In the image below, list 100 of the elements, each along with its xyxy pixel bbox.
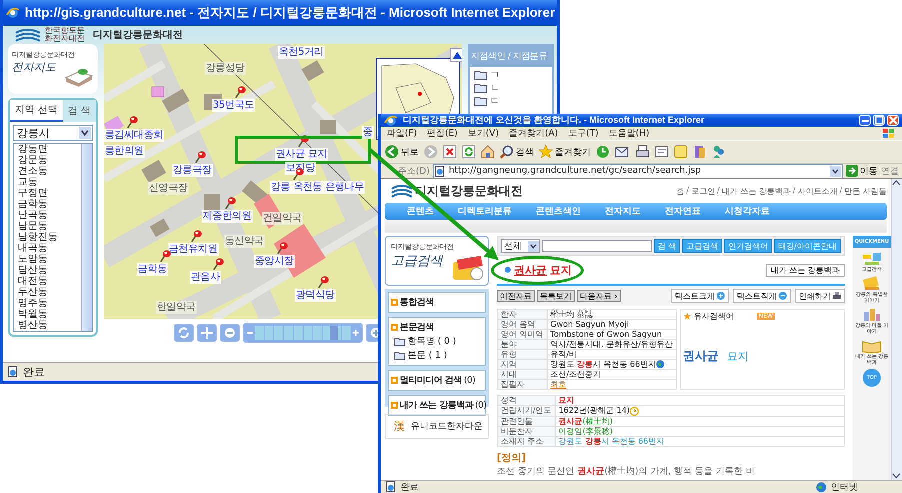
text-button[interactable]: 텍스트작게	[733, 289, 791, 303]
field-label: 영어 의미역	[498, 330, 548, 340]
field-label: 건립시기/연도	[498, 406, 556, 416]
district-item[interactable]: 남문동	[18, 221, 81, 232]
menu-item[interactable]: 도구(T)	[568, 127, 599, 140]
top-link[interactable]: 사이트소개	[798, 186, 838, 196]
folder-item[interactable]: ㄴ	[474, 83, 500, 94]
district-item[interactable]: 구정면	[18, 188, 81, 199]
district-item[interactable]: 명주동	[18, 298, 81, 309]
district-item[interactable]: 두산동	[18, 287, 81, 298]
place-label[interactable]: 강릉 옥천동 은행나무	[270, 181, 366, 194]
scope-select[interactable]: 전체	[501, 239, 540, 253]
zoom-out-button[interactable]	[220, 324, 240, 342]
nav-button[interactable]: 이전자료	[497, 290, 535, 302]
tab[interactable]: 검 색	[63, 100, 96, 122]
search-menu-link[interactable]: 통합검색	[391, 296, 483, 309]
stop-icon[interactable]	[443, 145, 457, 159]
folder-item[interactable]: ㄷ	[474, 96, 500, 107]
top-link[interactable]: 로그인	[691, 186, 716, 196]
place-label[interactable]: 중앙시장	[254, 255, 295, 268]
place-label[interactable]: 권사균 묘지	[275, 148, 328, 161]
place-label[interactable]: 35번국도	[212, 99, 256, 112]
top-link[interactable]: 홈	[676, 186, 685, 196]
district-item[interactable]: 내곡동	[18, 243, 81, 254]
place-label[interactable]: 한일약국	[156, 301, 197, 314]
home-icon[interactable]	[481, 145, 495, 159]
district-item[interactable]: 강동면	[18, 144, 81, 155]
district-item[interactable]: 금학동	[18, 199, 81, 210]
place-label[interactable]: 중	[362, 126, 374, 139]
menu-item[interactable]: 파일(F)	[387, 127, 418, 140]
district-item[interactable]: 교동	[18, 177, 81, 188]
edit-icon[interactable]	[655, 145, 669, 159]
district-item[interactable]: 노암동	[18, 254, 81, 265]
place-label[interactable]: 강릉극장	[172, 164, 213, 177]
menu-item[interactable]: 편집(E)	[427, 127, 458, 140]
hanja-download-link[interactable]: 漢 유니코드한자다운	[385, 414, 489, 439]
scrollbar[interactable]	[891, 179, 902, 480]
nav-button[interactable]: 다음자료 ›	[577, 290, 621, 302]
pan-button[interactable]	[197, 324, 217, 342]
text-button[interactable]: 인쇄하기	[795, 289, 845, 303]
go-button[interactable]: 이동	[846, 164, 878, 178]
district-item[interactable]: 견소동	[18, 166, 81, 177]
close-button[interactable]	[887, 115, 899, 126]
nav-button[interactable]: 목록보기	[537, 290, 575, 302]
city-select[interactable]: 강릉시	[13, 125, 93, 141]
field-value[interactable]: 최호	[547, 380, 677, 390]
note-icon[interactable]	[674, 145, 688, 159]
top-link[interactable]: 내가 쓰는 강릉백과	[722, 186, 792, 196]
result-link[interactable]: 본문 ( 1 )	[391, 349, 483, 362]
place-label[interactable]: 강릉성당	[205, 62, 246, 75]
district-item[interactable]: 강문동	[18, 155, 81, 166]
search-field[interactable]	[542, 240, 652, 252]
district-item[interactable]: 대전동	[18, 276, 81, 287]
zoom-slider[interactable]	[243, 323, 363, 343]
district-item[interactable]: 담산동	[18, 265, 81, 276]
menu-item[interactable]: 즐겨찾기(A)	[509, 127, 558, 140]
result-link[interactable]: 항목명 ( 0 )	[391, 335, 483, 348]
wiki-button[interactable]: 내가 쓰는 강릉백과	[766, 264, 845, 276]
forward-icon[interactable]	[424, 145, 438, 159]
place-label[interactable]: 관음사	[190, 271, 222, 284]
district-item[interactable]: 난곡동	[18, 210, 81, 221]
place-label[interactable]: 신영극장	[148, 182, 189, 195]
messenger-icon[interactable]	[712, 145, 726, 159]
minimize-button[interactable]	[859, 115, 871, 126]
place-label[interactable]: 릉한의원	[104, 145, 145, 158]
refresh-button[interactable]	[174, 324, 194, 342]
print-icon[interactable]	[636, 145, 650, 159]
collapse-button[interactable]	[450, 48, 462, 62]
place-label[interactable]: 릉김씨대종회	[104, 129, 164, 142]
place-label[interactable]: 광덕식당	[295, 289, 336, 302]
favorites-button[interactable]: 즐겨찾기	[539, 145, 591, 159]
minimize-icon	[862, 120, 868, 122]
top-link[interactable]: 만든 사람들	[844, 186, 887, 196]
search-button[interactable]: 검색	[500, 145, 534, 159]
refresh-icon[interactable]	[462, 145, 476, 159]
menu-item[interactable]: 도움말(H)	[608, 127, 650, 140]
title-link[interactable]: 권사균	[514, 262, 547, 278]
place-label[interactable]: 금학동	[137, 263, 168, 276]
history-icon[interactable]	[596, 145, 610, 159]
research-icon[interactable]	[693, 145, 707, 159]
place-label[interactable]: 제중한의원	[202, 210, 253, 223]
district-item[interactable]: 박월동	[18, 309, 81, 320]
place-label[interactable]: 금천유치원	[168, 243, 219, 256]
district-item[interactable]: 남항진동	[18, 232, 81, 243]
mail-icon[interactable]	[615, 145, 631, 159]
text-button[interactable]: 텍스트크게	[671, 289, 729, 303]
menu-item[interactable]: 보기(V)	[468, 127, 500, 140]
place-label[interactable]: 옥천5거리	[278, 46, 325, 59]
related-term[interactable]: 권사균	[683, 348, 720, 365]
address-field[interactable]: http://gangneung.grandculture.net/gc/search/search.jsp	[432, 164, 843, 178]
search-menu-link[interactable]: 멀티미디어 검색 (0)	[391, 374, 483, 387]
maximize-button[interactable]	[873, 115, 885, 126]
scrollbar[interactable]	[81, 144, 92, 331]
back-button[interactable]: 뒤로	[385, 145, 419, 159]
place-label[interactable]: 동신약국	[224, 235, 265, 248]
district-item[interactable]: 병산동	[18, 320, 81, 331]
place-label[interactable]: 건일약국	[262, 212, 303, 225]
folder-item[interactable]: ㄱ	[474, 70, 500, 81]
tab[interactable]: 지역 선택	[10, 100, 63, 122]
search-menu-link[interactable]: 본문검색	[391, 321, 483, 334]
